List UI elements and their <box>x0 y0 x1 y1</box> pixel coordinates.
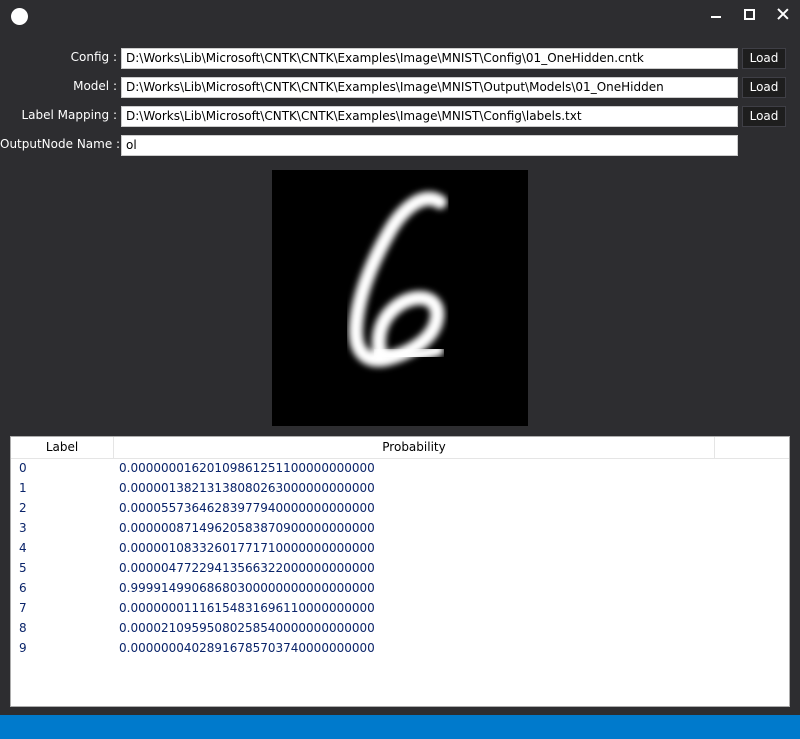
column-header-label[interactable]: Label <box>11 437 114 459</box>
row-label-cell: 6 <box>19 581 27 595</box>
row-label-cell: 4 <box>19 541 27 555</box>
row-label-cell: 5 <box>19 561 27 575</box>
model-load-button[interactable]: Load <box>742 77 786 98</box>
model-row: Model : D:\Works\Lib\Microsoft\CNTK\CNTK… <box>0 77 800 98</box>
label-mapping-path-input[interactable]: D:\Works\Lib\Microsoft\CNTK\CNTK\Example… <box>121 106 738 127</box>
table-row[interactable]: 2 0.00005573646283977940000000000000 <box>11 498 789 518</box>
row-probability-cell: 0.00002109595080258540000000000000 <box>119 621 375 635</box>
column-header-probability[interactable]: Probability <box>114 437 715 459</box>
grid-header: Label Probability <box>11 437 789 459</box>
table-row[interactable]: 6 0.99991499068680300000000000000000 <box>11 578 789 598</box>
config-row: Config : D:\Works\Lib\Microsoft\CNTK\CNT… <box>0 48 800 69</box>
table-row[interactable]: 8 0.00002109595080258540000000000000 <box>11 618 789 638</box>
probability-grid[interactable]: Label Probability 0 0.000000016201098612… <box>10 436 790 707</box>
table-row[interactable]: 7 0.00000001116154831696110000000000 <box>11 598 789 618</box>
row-label-cell: 0 <box>19 461 27 475</box>
column-header-filler <box>715 437 789 459</box>
label-mapping-label: Label Mapping : <box>21 108 117 122</box>
row-label-cell: 2 <box>19 501 27 515</box>
row-probability-cell: 0.00000004028916785703740000000000 <box>119 641 375 655</box>
row-label-cell: 3 <box>19 521 27 535</box>
row-label-cell: 8 <box>19 621 27 635</box>
row-probability-cell: 0.00000477229413566322000000000000 <box>119 561 375 575</box>
row-probability-cell: 0.99991499068680300000000000000000 <box>119 581 375 595</box>
close-icon[interactable] <box>771 4 795 24</box>
config-path-input[interactable]: D:\Works\Lib\Microsoft\CNTK\CNTK\Example… <box>121 48 738 69</box>
row-probability-cell: 0.00000001620109861251100000000000 <box>119 461 375 475</box>
row-probability-cell: 0.00005573646283977940000000000000 <box>119 501 375 515</box>
table-row[interactable]: 1 0.00000138213138080263000000000000 <box>11 478 789 498</box>
row-probability-cell: 0.00000138213138080263000000000000 <box>119 481 375 495</box>
table-row[interactable]: 4 0.00000108332601771710000000000000 <box>11 538 789 558</box>
model-path-input[interactable]: D:\Works\Lib\Microsoft\CNTK\CNTK\Example… <box>121 77 738 98</box>
output-node-label: OutputNode Name : <box>0 137 121 151</box>
output-node-input[interactable]: ol <box>121 135 738 156</box>
table-row[interactable]: 5 0.00000477229413566322000000000000 <box>11 558 789 578</box>
table-row[interactable]: 0 0.00000001620109861251100000000000 <box>11 458 789 478</box>
row-label-cell: 1 <box>19 481 27 495</box>
minimize-icon[interactable] <box>704 4 728 24</box>
row-probability-cell: 0.00000108332601771710000000000000 <box>119 541 375 555</box>
config-label: Config : <box>70 50 117 64</box>
mnist-digit-image[interactable] <box>272 170 528 426</box>
maximize-icon[interactable] <box>737 4 761 24</box>
table-row[interactable]: 3 0.00000087149620583870900000000000 <box>11 518 789 538</box>
config-load-button[interactable]: Load <box>742 48 786 69</box>
label-mapping-load-button[interactable]: Load <box>742 106 786 127</box>
model-label: Model : <box>73 79 117 93</box>
row-label-cell: 9 <box>19 641 27 655</box>
output-node-row: OutputNode Name : ol <box>0 135 800 156</box>
row-probability-cell: 0.00000001116154831696110000000000 <box>119 601 375 615</box>
row-probability-cell: 0.00000087149620583870900000000000 <box>119 521 375 535</box>
table-row[interactable]: 9 0.00000004028916785703740000000000 <box>11 638 789 658</box>
row-label-cell: 7 <box>19 601 27 615</box>
status-bar <box>0 715 800 739</box>
digit-six-drawing <box>348 191 447 367</box>
app-icon <box>11 8 28 25</box>
label-mapping-row: Label Mapping : D:\Works\Lib\Microsoft\C… <box>0 106 800 127</box>
